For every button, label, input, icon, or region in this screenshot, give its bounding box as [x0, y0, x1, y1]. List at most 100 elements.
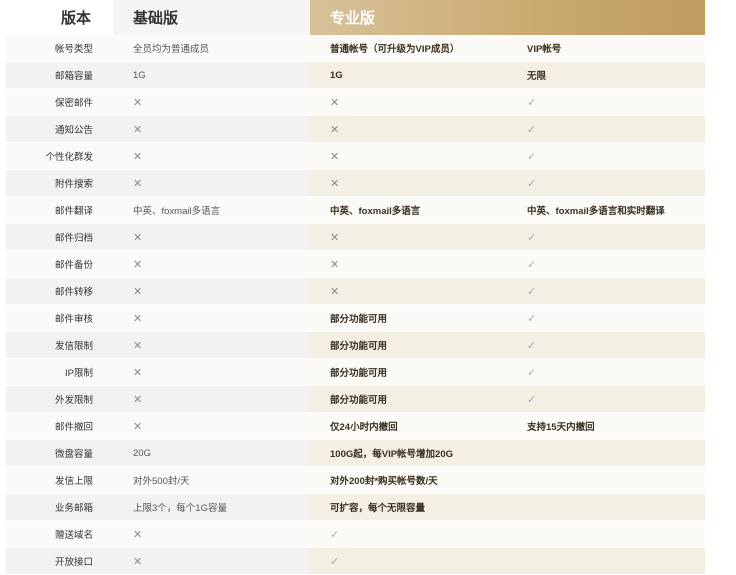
pro-vip-cell: 中英、foxmail多语言和实时翻译: [507, 196, 706, 224]
table-row: 邮件撤回 ✕ 仅24小时内撤回 支持15天内撤回: [6, 412, 706, 440]
pro-standard-cell: 部分功能可用: [310, 385, 507, 413]
check-icon: ✓: [330, 555, 340, 568]
basic-cell: ✕: [113, 520, 310, 548]
row-label-text: 开放接口: [54, 557, 93, 568]
row-label-text: IP限制: [65, 368, 93, 379]
pro-standard-cell: ✕: [310, 169, 507, 197]
check-icon: ✓: [527, 366, 537, 379]
cross-icon: ✕: [133, 231, 143, 244]
pro-vip-cell: ✓: [507, 142, 706, 170]
table-row: 保密邮件 ✕ ✕ ✓: [6, 88, 706, 116]
row-label-text: 保密邮件: [54, 98, 93, 109]
check-icon: ✓: [527, 258, 537, 271]
cross-icon: ✕: [330, 258, 340, 271]
row-label: 通知公告: [6, 115, 113, 143]
table-row: IP限制 ✕ 部分功能可用 ✓: [6, 358, 706, 386]
cross-icon: ✕: [133, 96, 143, 109]
pro-cell: ✓: [310, 547, 706, 575]
cross-icon: ✕: [133, 150, 143, 163]
pro-vip-cell-text: 中英、foxmail多语言和实时翻译: [527, 206, 665, 217]
pro-standard-cell: 部分功能可用: [310, 304, 507, 332]
row-label: IP限制: [6, 358, 113, 386]
cross-icon: ✕: [330, 231, 340, 244]
basic-cell: 中英、foxmail多语言: [113, 196, 310, 224]
cross-icon: ✕: [133, 555, 143, 568]
basic-cell: ✕: [113, 223, 310, 251]
basic-cell: 对外500封/天: [113, 466, 310, 494]
row-label: 开放接口: [6, 547, 113, 575]
row-label: 个性化群发: [6, 142, 113, 170]
table-row: 开放接口 ✕ ✓: [6, 547, 706, 575]
row-label-text: 邮件翻译: [54, 206, 93, 217]
table-row: 发信限制 ✕ 部分功能可用 ✓: [6, 331, 706, 359]
row-label: 邮箱容量: [6, 61, 113, 89]
cross-icon: ✕: [133, 285, 143, 298]
basic-cell: ✕: [113, 169, 310, 197]
check-icon: ✓: [527, 312, 537, 325]
pro-standard-cell: 仅24小时内撤回: [310, 412, 507, 440]
row-label: 邮件审核: [6, 304, 113, 332]
pro-vip-cell: ✓: [507, 223, 706, 251]
basic-cell: ✕: [113, 385, 310, 413]
pro-cell: ✓: [310, 520, 706, 548]
pro-standard-cell-text: 仅24小时内撤回: [330, 422, 398, 433]
pro-vip-cell: ✓: [507, 358, 706, 386]
pro-standard-cell: 普通帐号（可升级为VIP成员）: [310, 35, 507, 62]
table-row: 赠送域名 ✕ ✓: [6, 520, 706, 548]
check-icon: ✓: [330, 528, 340, 541]
table-row: 外发限制 ✕ 部分功能可用 ✓: [6, 385, 706, 413]
row-label-text: 业务邮箱: [54, 503, 93, 514]
row-label: 附件搜索: [6, 169, 113, 197]
row-label: 邮件转移: [6, 277, 113, 305]
row-label: 发信上限: [6, 466, 113, 494]
basic-cell: ✕: [113, 88, 310, 116]
row-label-text: 邮件备份: [54, 260, 93, 271]
table-row: 邮件翻译 中英、foxmail多语言 中英、foxmail多语言 中英、foxmail…: [6, 196, 706, 224]
basic-cell: ✕: [113, 358, 310, 386]
row-label-text: 通知公告: [54, 125, 93, 136]
check-icon: ✓: [527, 339, 537, 352]
check-icon: ✓: [527, 177, 537, 190]
row-label-text: 外发限制: [54, 395, 93, 406]
table-row: 邮件归档 ✕ ✕ ✓: [6, 223, 706, 251]
row-label: 发信限制: [6, 331, 113, 359]
pro-vip-cell: ✓: [507, 88, 706, 116]
pro-standard-cell: ✕: [310, 88, 507, 116]
basic-cell-text: 全员均为普通成员: [133, 44, 210, 55]
table-row: 发信上限 对外500封/天 对外200封*购买帐号数/天: [6, 466, 706, 494]
row-label: 邮件撤回: [6, 412, 113, 440]
pro-vip-cell-text: 无限: [527, 71, 547, 82]
pro-vip-cell: ✓: [507, 115, 706, 143]
table-row: 业务邮箱 上限3个，每个1G容量 可扩容，每个无限容量: [6, 493, 706, 521]
pro-vip-cell: ✓: [507, 277, 706, 305]
row-label: 保密邮件: [6, 88, 113, 116]
pro-vip-cell-text: 支持15天内撤回: [527, 422, 595, 433]
basic-cell: ✕: [113, 142, 310, 170]
row-label: 业务邮箱: [6, 493, 113, 521]
check-icon: ✓: [527, 96, 537, 109]
basic-cell-text: 中英、foxmail多语言: [133, 206, 221, 217]
pro-vip-cell: VIP帐号: [507, 35, 706, 62]
pro-cell-text: 对外200封*购买帐号数/天: [330, 476, 438, 487]
pro-cell: 对外200封*购买帐号数/天: [310, 466, 706, 494]
row-label-text: 发信上限: [54, 476, 93, 487]
table-row: 微盘容量 20G 100G起，每VIP帐号增加20G: [6, 439, 706, 467]
basic-cell-text: 对外500封/天: [133, 476, 190, 487]
basic-cell: ✕: [113, 331, 310, 359]
row-label-text: 附件搜索: [54, 179, 93, 190]
pro-standard-cell: 1G: [310, 61, 507, 89]
row-label-text: 邮件审核: [54, 314, 93, 325]
table-row: 邮件转移 ✕ ✕ ✓: [6, 277, 706, 305]
pro-standard-cell: ✕: [310, 250, 507, 278]
pro-standard-cell-text: 部分功能可用: [330, 341, 388, 352]
basic-cell: ✕: [113, 115, 310, 143]
row-label-text: 发信限制: [54, 341, 93, 352]
table-row: 通知公告 ✕ ✕ ✓: [6, 115, 706, 143]
row-label: 赠送域名: [6, 520, 113, 548]
pro-vip-cell-text: VIP帐号: [527, 44, 562, 55]
table-header: 版本 基础版 专业版: [6, 0, 706, 35]
basic-cell: ✕: [113, 250, 310, 278]
row-label-text: 微盘容量: [54, 449, 93, 460]
pro-cell-text: 100G起，每VIP帐号增加20G: [330, 449, 454, 460]
basic-cell: ✕: [113, 412, 310, 440]
